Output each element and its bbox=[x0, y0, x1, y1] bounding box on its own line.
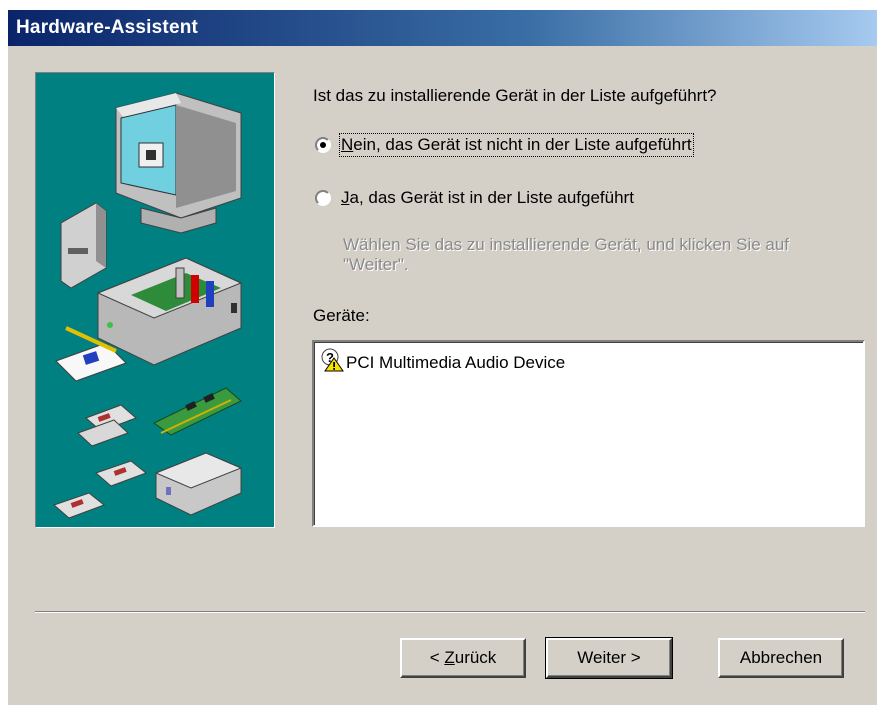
radio-button-unchecked[interactable] bbox=[315, 190, 331, 206]
title-bar[interactable]: Hardware-Assistent bbox=[8, 10, 877, 46]
list-item[interactable]: ? PCI Multimedia Audio Device bbox=[320, 348, 565, 377]
devices-listbox[interactable]: ? PCI Multimedia Audio Device bbox=[312, 340, 865, 527]
cancel-button[interactable]: Abbrechen bbox=[718, 638, 844, 678]
wizard-illustration bbox=[35, 72, 275, 528]
label-text: a, das Gerät ist in der Liste aufgeführt bbox=[349, 188, 634, 207]
option-not-listed[interactable]: Nein, das Gerät ist nicht in der Liste a… bbox=[313, 133, 694, 157]
next-button[interactable]: Weiter > bbox=[545, 637, 673, 679]
unknown-device-warning-icon: ? bbox=[320, 348, 344, 377]
devices-label: Geräte: bbox=[313, 306, 370, 325]
question-text: Ist das zu installierende Gerät in der L… bbox=[313, 86, 717, 105]
back-prefix: < bbox=[429, 648, 445, 667]
expansion-card-icon bbox=[153, 387, 242, 436]
button-separator bbox=[35, 611, 865, 613]
access-key: N bbox=[341, 135, 354, 154]
monitor-icon bbox=[115, 92, 242, 234]
hardware-wizard-window: Hardware-Assistent Ist das zu installier… bbox=[8, 10, 877, 705]
back-label: urück bbox=[454, 648, 497, 667]
external-drive-icon bbox=[60, 202, 107, 289]
computer-case-icon bbox=[96, 257, 243, 366]
modem-icon bbox=[154, 452, 243, 516]
label-text: ein, das Gerät ist nicht in der Liste au… bbox=[353, 135, 692, 154]
device-name: PCI Multimedia Audio Device bbox=[346, 352, 566, 372]
window-title: Hardware-Assistent bbox=[16, 17, 199, 38]
back-access-key: Z bbox=[444, 648, 455, 667]
floppy-disk-icon bbox=[53, 404, 148, 519]
back-button[interactable]: < Zurück bbox=[400, 638, 526, 678]
hint-text: Wählen Sie das zu installierende Gerät, … bbox=[343, 235, 790, 274]
option-not-listed-label[interactable]: Nein, das Gerät ist nicht in der Liste a… bbox=[339, 133, 694, 157]
option-listed-label[interactable]: Ja, das Gerät ist in der Liste aufgeführ… bbox=[341, 188, 634, 208]
access-key: J bbox=[341, 188, 350, 207]
radio-button-checked[interactable] bbox=[315, 137, 331, 153]
option-listed[interactable]: Ja, das Gerät ist in der Liste aufgeführ… bbox=[313, 188, 634, 208]
